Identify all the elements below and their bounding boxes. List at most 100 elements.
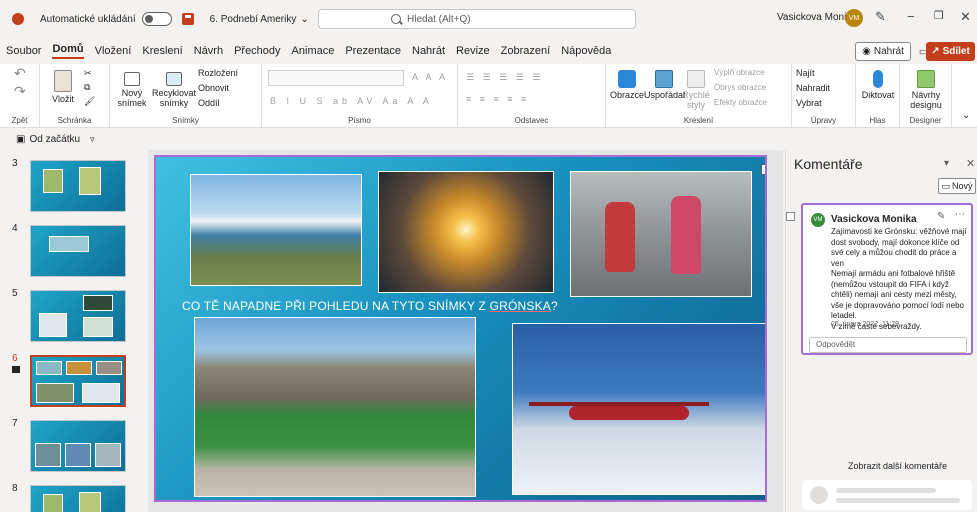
find-button[interactable]: Najít [796,68,815,78]
tab-domu[interactable]: Domů [52,43,84,59]
more-options-icon[interactable]: ⋯ [955,209,965,220]
dictate-button[interactable]: Diktovat [858,70,898,100]
chevron-down-icon[interactable]: ⌄ [300,14,308,25]
comments-pane: Komentáře ▾ ✕ ▭ Nový VM Vasickova Monika… [785,150,977,512]
edit-icon[interactable]: ✎ [937,211,945,222]
play-from-start-button[interactable]: Od začátku [29,134,80,145]
group-label-pismo: Písmo [348,116,371,125]
section-button[interactable]: Oddíl [198,98,220,108]
new-slide-button[interactable]: Nový snímek [116,72,148,108]
paste-button[interactable]: Vložit [48,70,78,104]
photo-airplane[interactable] [512,323,765,495]
share-button[interactable]: ↗ Sdílet [926,42,975,61]
new-comment-button[interactable]: ▭ Nový [938,178,976,194]
tab-revize[interactable]: Revize [456,45,490,57]
new-comment-label: Nový [952,181,973,191]
comment-marker-icon[interactable] [761,164,765,175]
document-title[interactable]: 6. Podnebí Ameriky [210,14,297,25]
pen-icon[interactable]: ✎ [875,9,886,25]
close-icon[interactable]: ✕ [966,157,975,170]
tab-prechody[interactable]: Přechody [234,45,280,57]
tab-zobrazeni[interactable]: Zobrazení [501,45,551,57]
copy-icon[interactable]: ⧉ [84,82,90,93]
thumbnail-image [65,443,91,467]
quick-styles-button[interactable]: Rychlé styly [680,70,712,110]
tab-soubor[interactable]: Soubor [6,45,41,57]
slide-title-text: CO TĚ NAPADNE PŘI POHLEDU NA TYTO SNÍMKY… [182,299,490,313]
cut-icon[interactable]: ✂ [84,68,92,79]
dictate-label: Diktovat [861,90,895,100]
select-button[interactable]: Vybrat [796,98,822,108]
shapes-button[interactable]: Obrazce [610,70,644,100]
photo-sunset[interactable] [378,171,554,293]
tab-nahrat[interactable]: Nahrát [412,45,445,57]
comments-pane-title: Komentáře [794,156,863,172]
design-ideas-button[interactable]: Návrhy designu [904,70,948,110]
tab-kresleni[interactable]: Kreslení [142,45,182,57]
slide-thumbnail[interactable] [30,420,126,472]
thumbnails-scrollbar[interactable] [137,156,143,506]
minimize-icon[interactable]: − [907,9,915,24]
close-icon[interactable]: ✕ [960,9,971,25]
slide-scrollbar[interactable] [773,158,781,508]
layout-button[interactable]: Rozložení [198,68,238,78]
autosave-toggle[interactable] [141,12,172,26]
slide-thumbnail[interactable] [30,290,126,342]
font-family-select[interactable] [268,70,404,86]
photo-football-field[interactable] [194,317,476,497]
format-painter-icon[interactable]: 🖌 [84,96,95,107]
play-from-start-icon[interactable]: ▣ [16,134,25,145]
arrange-button[interactable]: Uspořádat [644,70,686,100]
redo-icon[interactable]: ↷ [14,84,26,98]
shapes-label: Obrazce [610,90,645,100]
thumbnail-number: 8 [12,483,18,494]
chevron-down-icon[interactable]: ▿ [90,134,95,145]
ribbon-collapse-icon[interactable]: ⌄ [962,110,970,121]
slide-thumbnail[interactable] [30,485,126,512]
airplane-wing-shape [529,402,709,406]
reuse-slides-label: Recyklovat snímky [152,88,197,108]
tab-vlozeni[interactable]: Vložení [95,45,132,57]
microphone-icon [873,70,883,88]
chevron-down-icon[interactable]: ▾ [944,158,949,169]
tab-napoveda[interactable]: Nápověda [561,45,611,57]
paste-label: Vložit [51,94,74,104]
show-more-comments-link[interactable]: Zobrazit další komentáře [848,461,947,471]
font-format-icons[interactable]: B I U S ab AV Aa A A [270,96,433,106]
reuse-slides-button[interactable]: Recyklovat snímky [152,72,196,108]
undo-icon[interactable]: ↶ [14,66,26,80]
restore-icon[interactable]: ❐ [934,9,944,22]
shape-effects-button[interactable]: Efekty obrazce [714,98,767,107]
reset-button[interactable]: Obnovit [198,83,229,93]
slide-thumbnail[interactable] [30,160,126,212]
save-icon[interactable] [181,13,194,25]
new-comment-icon: ▭ [941,180,950,191]
font-size-icons[interactable]: A A A [412,72,448,82]
replace-button[interactable]: Nahradit [796,83,830,93]
group-label-schranka: Schránka [57,116,92,125]
editing-group: Najít Nahradit Vybrat Úpravy [792,64,856,128]
align-icons[interactable]: ≡ ≡ ≡ ≡ ≡ [466,94,529,104]
tab-prezentace[interactable]: Prezentace [345,45,401,57]
slide-thumbnail[interactable] [30,225,126,277]
avatar[interactable]: VM [845,9,863,27]
reply-input[interactable]: Odpovědět [809,337,967,353]
slide-thumbnail-selected[interactable] [29,354,127,408]
photo-icebergs[interactable] [190,174,362,286]
comment-card[interactable]: VM Vasickova Monika ✎ ⋯ Zajímavosti ke G… [801,203,973,355]
tab-navrh[interactable]: Návrh [194,45,223,57]
tab-animace[interactable]: Animace [292,45,335,57]
photo-greenlandic-women[interactable] [570,171,752,297]
ribbon: ↶ ↷ Zpět Vložit ✂ ⧉ 🖌 Schránka Nový sním… [0,64,977,128]
slide-title[interactable]: CO TĚ NAPADNE PŘI POHLEDU NA TYTO SNÍMKY… [182,299,558,313]
menu-bar: Soubor Domů Vložení Kreslení Návrh Přech… [0,38,977,64]
shape-outline-button[interactable]: Obrys obrazce [714,83,766,92]
search-input[interactable]: Hledat (Alt+Q) [318,9,636,29]
list-icons[interactable]: ☰ ☰ ☰ ☰ ☰ [466,72,543,83]
shape-fill-button[interactable]: Výplň obrazce [714,68,765,77]
comment-thread-checkbox[interactable] [786,212,795,221]
group-label-designer: Designer [909,116,942,125]
current-slide[interactable]: CO TĚ NAPADNE PŘI POHLEDU NA TYTO SNÍMKY… [154,155,767,502]
group-label-odstavec: Odstavec [514,116,549,125]
record-button[interactable]: ◉ Nahrát [855,42,911,61]
